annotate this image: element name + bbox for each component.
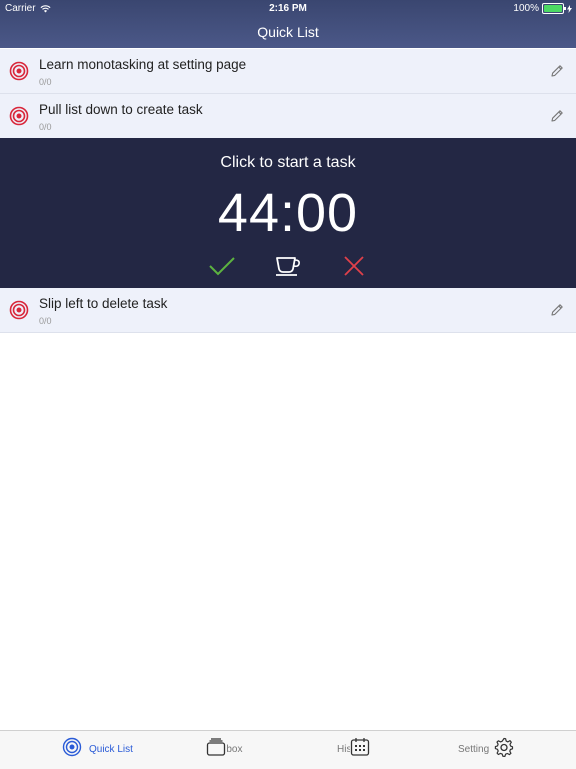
task-count: 0/0 [39,316,52,326]
pencil-icon[interactable] [549,302,565,318]
task-row[interactable]: Learn monotasking at setting page 0/0 [0,49,576,94]
status-time: 2:16 PM [269,3,307,14]
task-row[interactable]: Slip left to delete task 0/0 [0,288,576,333]
task-count: 0/0 [39,122,52,132]
target-icon [62,737,82,757]
calendar-icon [350,737,370,757]
header: Carrier 2:16 PM 100% Quick List [0,0,576,48]
task-title: Pull list down to create task [39,102,203,117]
tab-label: Quick List [89,744,133,755]
tab-setting[interactable]: Setting [432,731,576,769]
check-icon[interactable] [208,254,236,278]
task-row[interactable]: Pull list down to create task 0/0 [0,94,576,139]
coffee-cup-icon[interactable] [274,254,302,278]
pencil-icon[interactable] [549,108,565,124]
task-title: Slip left to delete task [39,296,168,311]
task-title: Learn monotasking at setting page [39,57,247,72]
timer-display: 44:00 [217,183,359,243]
tab-quick-list[interactable]: Quick List [0,731,144,769]
task-count: 0/0 [39,77,52,87]
tab-history[interactable]: History [288,731,432,769]
page-title: Quick List [257,24,319,40]
target-icon [9,106,29,126]
inbox-icon [206,737,226,757]
tab-inbox[interactable]: Inbox [144,731,288,769]
target-icon [9,61,29,81]
status-right: 100% [513,3,572,14]
timer-panel[interactable]: Click to start a task 44:00 [0,138,576,288]
status-bar: Carrier 2:16 PM 100% [0,0,576,16]
gear-icon [494,737,514,757]
charging-icon [567,4,572,13]
tab-label: Setting [458,744,490,755]
battery-percent: 100% [513,3,539,14]
pencil-icon[interactable] [549,63,565,79]
target-icon [9,300,29,320]
tab-bar: Quick List Inbox History Setting [0,730,576,769]
timer-prompt[interactable]: Click to start a task [0,154,576,172]
battery-icon [542,3,566,14]
close-icon[interactable] [340,254,368,278]
